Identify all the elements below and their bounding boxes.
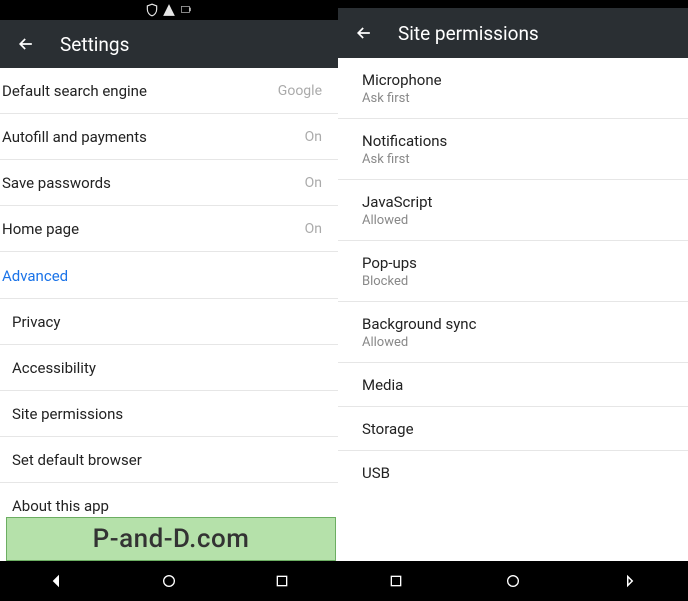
row-label: Notifications: [362, 132, 447, 150]
nav-recents[interactable]: [366, 561, 426, 601]
row-sub: Blocked: [362, 274, 417, 289]
row-value: On: [305, 175, 322, 191]
row-label: Storage: [362, 420, 414, 438]
site-permissions-screen: Site permissions Microphone Ask first No…: [338, 0, 688, 601]
row-storage[interactable]: Storage: [338, 407, 688, 451]
row-autofill-payments[interactable]: Autofill and payments On: [0, 114, 338, 160]
section-advanced: Advanced: [0, 252, 338, 299]
row-background-sync[interactable]: Background sync Allowed: [338, 302, 688, 363]
permissions-list: Microphone Ask first Notifications Ask f…: [338, 58, 688, 561]
row-label: Save passwords: [2, 174, 111, 192]
row-label: Autofill and payments: [2, 128, 147, 146]
status-bar: [0, 0, 338, 20]
nav-bar: [338, 561, 688, 601]
row-home-page[interactable]: Home page On: [0, 206, 338, 252]
row-default-search-engine[interactable]: Default search engine Google: [0, 68, 338, 114]
row-usb[interactable]: USB: [338, 451, 688, 494]
row-label: Set default browser: [2, 451, 142, 469]
row-notifications[interactable]: Notifications Ask first: [338, 119, 688, 180]
row-value: On: [305, 221, 322, 237]
page-title: Site permissions: [398, 22, 539, 45]
row-about-this-app[interactable]: About this app: [0, 483, 338, 528]
status-bar: [338, 0, 688, 8]
row-label: Media: [362, 376, 403, 394]
settings-list: Default search engine Google Autofill an…: [0, 68, 338, 561]
row-value: Google: [278, 83, 322, 99]
nav-home[interactable]: [139, 561, 199, 601]
row-sub: Allowed: [362, 335, 476, 350]
row-value: On: [305, 129, 322, 145]
row-save-passwords[interactable]: Save passwords On: [0, 160, 338, 206]
row-label: About this app: [2, 497, 109, 515]
back-button[interactable]: [14, 32, 38, 56]
row-sub: Ask first: [362, 91, 442, 106]
app-bar: Settings: [0, 20, 338, 68]
row-label: Home page: [2, 220, 79, 238]
row-pop-ups[interactable]: Pop-ups Blocked: [338, 241, 688, 302]
row-accessibility[interactable]: Accessibility: [0, 345, 338, 391]
row-label: Site permissions: [2, 405, 123, 423]
nav-recents[interactable]: [252, 561, 312, 601]
row-set-default-browser[interactable]: Set default browser: [0, 437, 338, 483]
row-label: JavaScript: [362, 193, 432, 211]
app-bar: Site permissions: [338, 8, 688, 58]
page-title: Settings: [60, 33, 129, 56]
nav-home[interactable]: [483, 561, 543, 601]
nav-bar: [0, 561, 338, 601]
nav-back[interactable]: [600, 561, 660, 601]
row-label: Accessibility: [2, 359, 96, 377]
row-label: Microphone: [362, 71, 442, 89]
settings-screen: Settings Default search engine Google Au…: [0, 0, 338, 601]
row-label: Default search engine: [2, 82, 147, 100]
row-sub: Allowed: [362, 213, 432, 228]
section-label: Advanced: [2, 267, 68, 285]
row-media[interactable]: Media: [338, 363, 688, 407]
row-site-permissions[interactable]: Site permissions: [0, 391, 338, 437]
row-javascript[interactable]: JavaScript Allowed: [338, 180, 688, 241]
row-privacy[interactable]: Privacy: [0, 299, 338, 345]
nav-back[interactable]: [26, 561, 86, 601]
row-label: Privacy: [2, 313, 60, 331]
row-microphone[interactable]: Microphone Ask first: [338, 58, 688, 119]
row-label: USB: [362, 464, 390, 482]
row-label: Background sync: [362, 315, 476, 333]
row-sub: Ask first: [362, 152, 447, 167]
back-button[interactable]: [352, 21, 376, 45]
row-label: Pop-ups: [362, 254, 417, 272]
